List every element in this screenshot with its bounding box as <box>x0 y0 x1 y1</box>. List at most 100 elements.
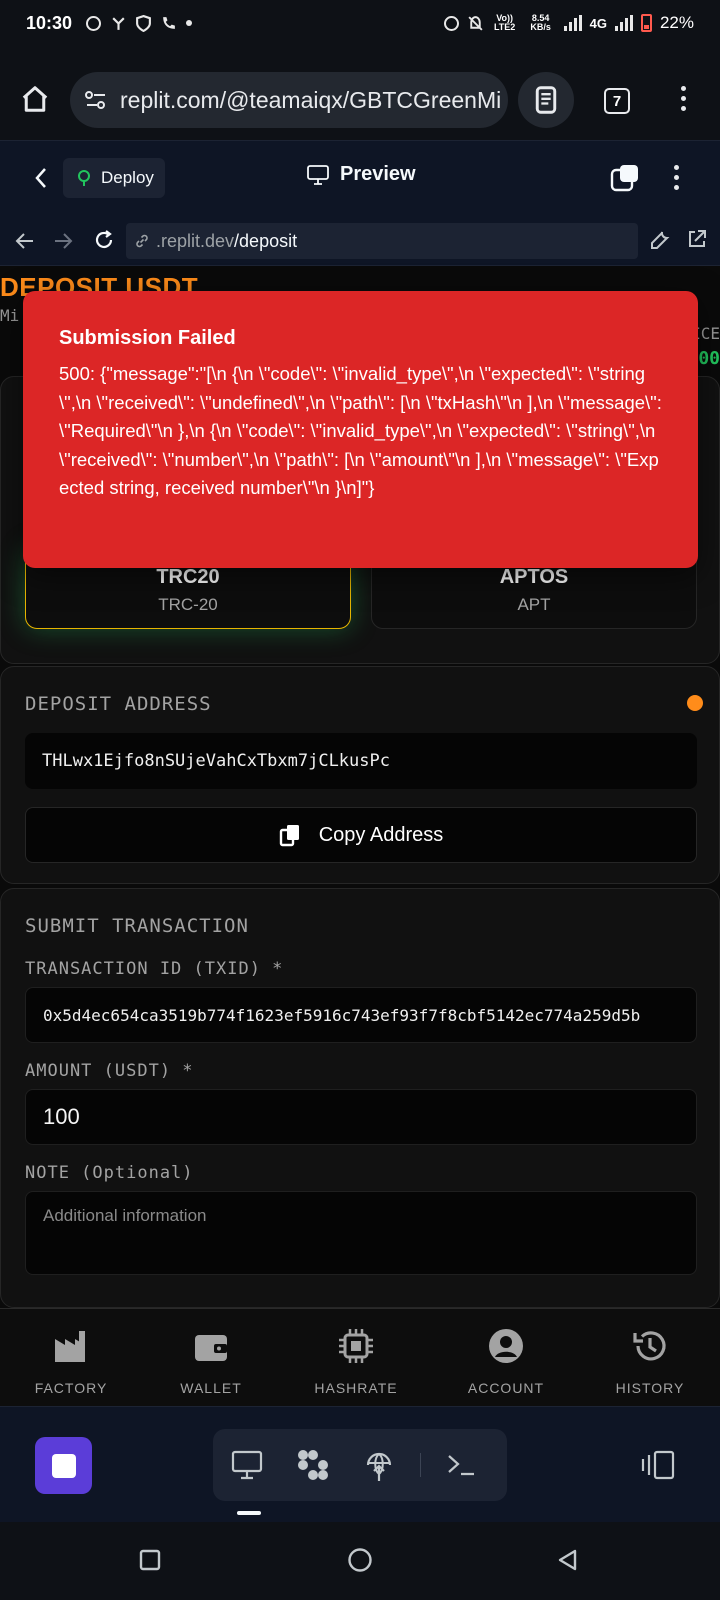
monitor-icon <box>231 1450 263 1480</box>
browser-toolbar: replit.com/@teamaiqx/GBTCGreenMi 7 <box>0 46 720 140</box>
reader-mode-button[interactable] <box>518 72 574 128</box>
toast-message: 500: {"message":"[\n {\n \"code\": \"inv… <box>59 363 662 498</box>
network-name: TRC20 <box>156 566 220 588</box>
replit-header: Deploy Preview <box>0 140 720 216</box>
copy-address-button[interactable]: Copy Address <box>25 807 697 863</box>
site-settings-icon[interactable] <box>84 88 108 112</box>
forward-arrow-icon[interactable] <box>52 230 74 252</box>
nav-hashrate[interactable]: HASHRATE <box>296 1327 416 1396</box>
deploy-tool-button[interactable] <box>359 1445 399 1485</box>
stop-icon <box>51 1453 76 1478</box>
amount-label: AMOUNT (USDT) * <box>25 1061 194 1081</box>
battery-percent: 22% <box>659 13 694 32</box>
alarm-icon <box>443 15 459 31</box>
shield-icon <box>136 14 151 32</box>
address-bar[interactable]: replit.com/@teamaiqx/GBTCGreenMi <box>70 72 508 128</box>
txid-label: TRANSACTION ID (TXID) * <box>25 959 284 979</box>
copy-icon <box>279 825 299 847</box>
active-tab-indicator <box>237 1511 261 1515</box>
preview-url-field[interactable]: .replit.dev/deposit <box>126 223 638 259</box>
volte-indicator: Vo)) LTE2 <box>493 13 516 32</box>
browser-menu-button[interactable] <box>681 86 686 111</box>
mute-icon <box>468 15 483 31</box>
url-text: replit.com/@teamaiqx/GBTCGreenMi <box>120 86 502 113</box>
nav-account[interactable]: ACCOUNT <box>446 1327 566 1396</box>
status-dot <box>687 695 703 711</box>
submit-transaction-card: SUBMIT TRANSACTION TRANSACTION ID (TXID)… <box>0 888 720 1308</box>
network-speed: 8.54 KB/s <box>530 13 551 32</box>
deposit-address-value: THLwx1Ejfo8nSUjeVahCxTbxm7jCLkusPc <box>25 733 697 789</box>
balance-value: 00 <box>698 348 720 369</box>
history-icon <box>633 1331 666 1361</box>
wallet-icon <box>195 1335 227 1361</box>
recents-icon[interactable] <box>138 1548 162 1572</box>
stop-button[interactable] <box>35 1437 92 1494</box>
dev-tools-group <box>213 1429 507 1501</box>
account-icon <box>489 1329 523 1363</box>
notification-icons <box>86 14 193 32</box>
page-subtitle: Mi <box>0 306 20 325</box>
network-sub: TRC-20 <box>158 595 218 614</box>
whatsapp-icon <box>86 15 102 31</box>
preview-url-path: /deposit <box>234 230 298 251</box>
submit-transaction-heading: SUBMIT TRANSACTION <box>25 915 249 937</box>
factory-icon <box>55 1331 85 1362</box>
reload-icon[interactable] <box>92 228 116 252</box>
panels-icon[interactable] <box>641 1449 675 1481</box>
agent-tool-button[interactable] <box>293 1445 333 1485</box>
back-arrow-icon[interactable] <box>14 230 36 252</box>
preview-label: Preview <box>340 163 416 185</box>
home-circle-icon[interactable] <box>347 1547 373 1573</box>
chip-icon <box>339 1329 373 1363</box>
system-icons: Vo)) LTE2 8.54 KB/s 4G 22% <box>443 13 694 33</box>
fan-icon <box>112 16 125 30</box>
back-chevron-icon[interactable] <box>30 166 52 190</box>
signal-icon-2 <box>614 15 633 31</box>
replit-dev-toolbar <box>0 1406 720 1522</box>
network-type: 4G <box>589 15 607 31</box>
toast-title: Submission Failed <box>59 327 236 349</box>
nav-label: FACTORY <box>34 1380 108 1396</box>
nav-label: HISTORY <box>615 1380 685 1396</box>
bottom-nav: FACTORY WALLET HASHRATE ACCOUNT HISTORY <box>0 1308 720 1406</box>
tool-divider <box>420 1453 421 1477</box>
back-triangle-icon[interactable] <box>556 1548 580 1572</box>
shell-tool-button[interactable] <box>441 1445 481 1485</box>
nav-label: WALLET <box>180 1380 242 1396</box>
monitor-icon <box>307 164 329 185</box>
preview-tool-button[interactable] <box>227 1445 267 1485</box>
preview-title: Preview <box>306 163 416 186</box>
status-bar: 10:30 Vo)) LTE2 8.54 KB/s 4G 22% <box>0 0 720 46</box>
network-sub: APT <box>517 595 551 614</box>
document-icon <box>535 86 557 114</box>
tab-switcher-button[interactable]: 7 <box>604 88 630 114</box>
deposit-address-card: DEPOSIT ADDRESS THLwx1Ejfo8nSUjeVahCxTbx… <box>0 666 720 884</box>
note-textarea[interactable]: Additional information <box>25 1191 697 1275</box>
deposit-address-heading: DEPOSIT ADDRESS <box>25 693 212 715</box>
network-name: APTOS <box>499 566 569 588</box>
deploy-label: Deploy <box>101 168 154 187</box>
nav-factory[interactable]: FACTORY <box>11 1327 131 1396</box>
amount-input[interactable]: 100 <box>25 1089 697 1145</box>
nav-label: ACCOUNT <box>467 1380 545 1396</box>
battery-icon <box>640 14 652 32</box>
wrench-icon[interactable] <box>648 228 672 252</box>
nav-wallet[interactable]: WALLET <box>151 1327 271 1396</box>
nav-history[interactable]: HISTORY <box>590 1327 710 1396</box>
note-label: NOTE (Optional) <box>25 1163 194 1183</box>
missed-call-icon <box>163 16 175 29</box>
deploy-button[interactable]: Deploy <box>63 158 165 198</box>
txid-input[interactable]: 0x5d4ec654ca3519b774f1623ef5916c743ef93f… <box>25 987 697 1043</box>
external-link-icon[interactable] <box>686 228 708 250</box>
windows-icon[interactable] <box>610 163 640 193</box>
terminal-icon <box>448 1455 474 1476</box>
android-nav-bar <box>0 1522 720 1600</box>
signal-icon <box>563 15 582 31</box>
error-toast[interactable]: Submission Failed 500: {"message":"[\n {… <box>23 291 698 568</box>
preview-url-host: .replit.dev <box>156 230 235 251</box>
agent-icon <box>298 1450 328 1480</box>
status-time: 10:30 <box>26 12 73 33</box>
home-icon[interactable] <box>20 84 50 114</box>
link-icon <box>136 234 148 248</box>
replit-menu-button[interactable] <box>674 165 679 190</box>
